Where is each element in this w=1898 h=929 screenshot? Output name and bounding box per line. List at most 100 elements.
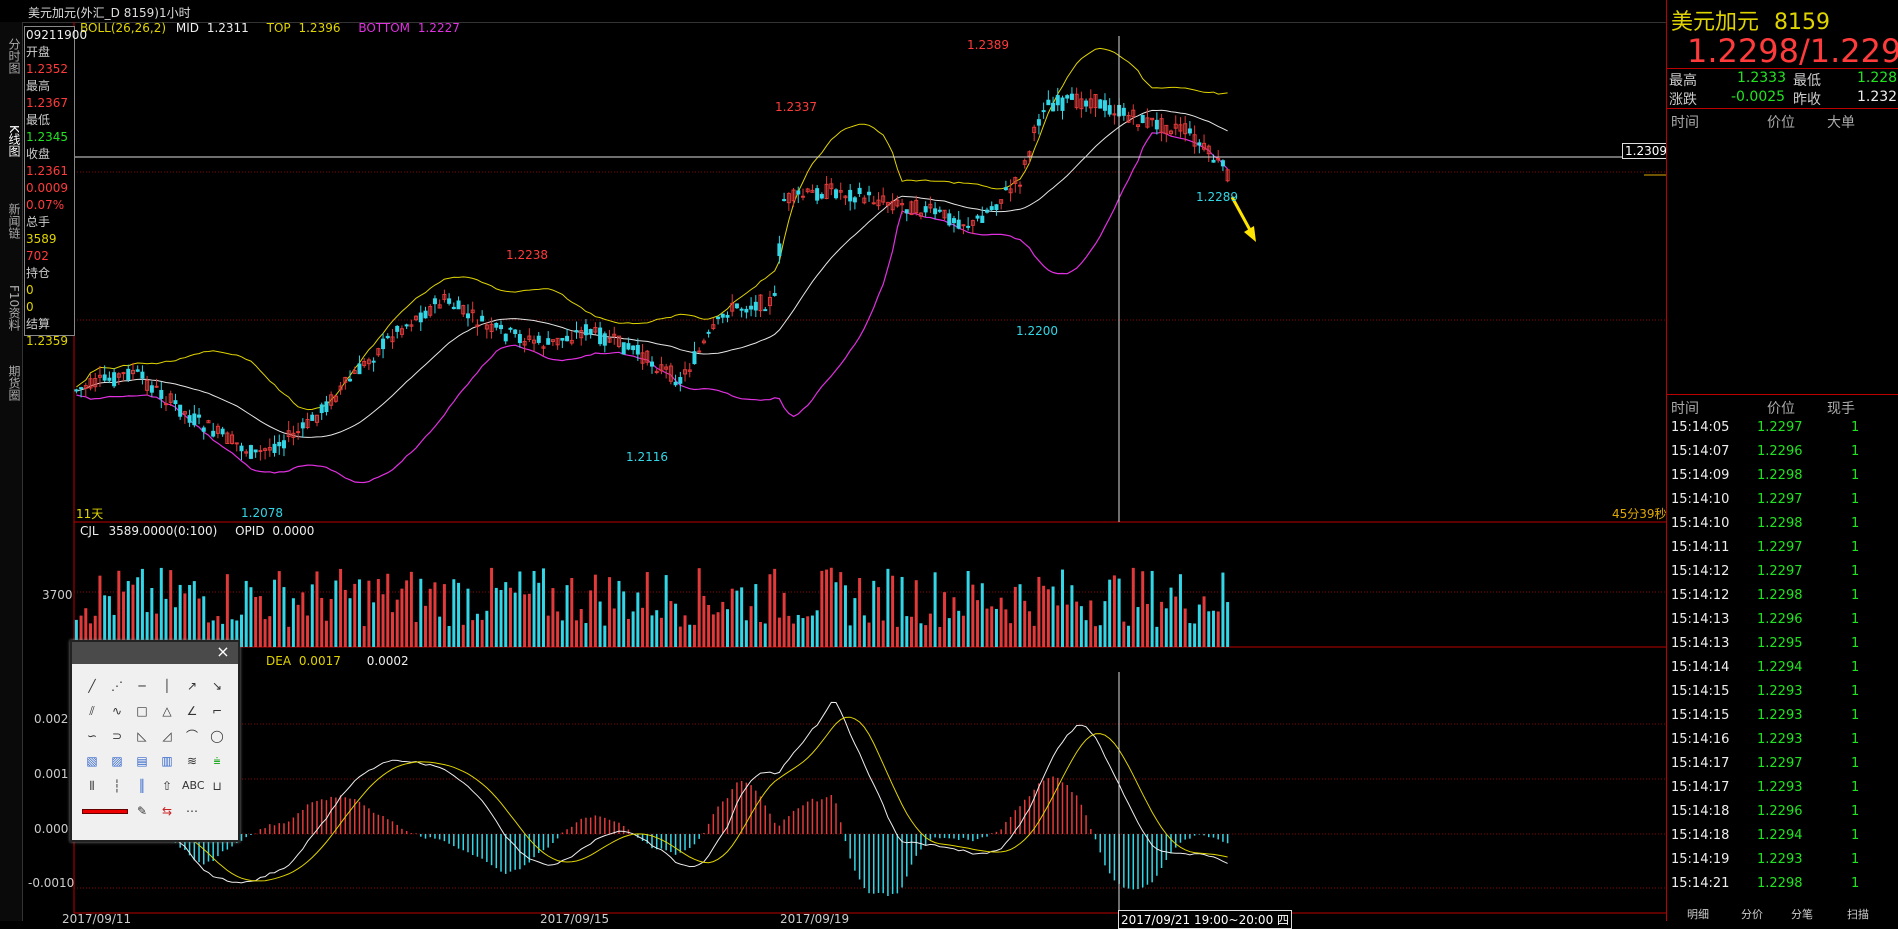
candle-body bbox=[1098, 99, 1103, 109]
volume-bar bbox=[886, 568, 890, 647]
fib-tool-icon[interactable]: ▤ bbox=[132, 751, 152, 771]
volume-bar bbox=[815, 610, 819, 647]
volume-bar bbox=[570, 578, 574, 647]
volume-bar bbox=[122, 591, 126, 647]
regression-tool-icon[interactable]: ▨ bbox=[107, 751, 127, 771]
zigzag-tool-icon[interactable]: ∿ bbox=[107, 701, 127, 721]
tick-size: 1 bbox=[1851, 684, 1860, 699]
volume-bar bbox=[513, 592, 517, 647]
volume-bar bbox=[282, 587, 286, 647]
up-arrow-tool-icon[interactable]: ⇧ bbox=[157, 776, 177, 796]
candle-body bbox=[1211, 159, 1216, 163]
candle-body bbox=[310, 414, 315, 421]
tick-size: 1 bbox=[1851, 708, 1860, 723]
sine-tool-icon[interactable]: ∽ bbox=[82, 726, 102, 746]
big-price-head: 价位 bbox=[1767, 115, 1795, 131]
more-tools-icon[interactable]: ⋯ bbox=[182, 801, 202, 821]
tab-news[interactable]: 新闻链 bbox=[1, 194, 21, 248]
arc-tool-icon[interactable]: ⊃ bbox=[107, 726, 127, 746]
channel-tool-icon[interactable]: ▧ bbox=[82, 751, 102, 771]
drawing-toolbox[interactable]: × ╱ ⋰ ─ │ ↗ ↘ ⫽ ∿ □ △ ∠ ⌐ ∽ ⊃ ◺ ◿ ⌒ ◯ ▧ … bbox=[70, 640, 240, 842]
fan-tool-icon[interactable]: ⌐ bbox=[207, 701, 227, 721]
speed-tool-icon[interactable]: ◿ bbox=[157, 726, 177, 746]
volume-bar bbox=[914, 580, 918, 647]
tick-price: 1.2298 bbox=[1757, 588, 1803, 603]
parallel-tool-icon[interactable]: ⫽ bbox=[82, 701, 102, 721]
volume-bar bbox=[994, 608, 998, 647]
tab-intraday[interactable]: 分时图 bbox=[1, 32, 21, 80]
arrow-up-tool-icon[interactable]: ↗ bbox=[182, 676, 202, 696]
opid-label: OPID bbox=[235, 524, 265, 538]
tab-by-trade[interactable]: 分笔 bbox=[1791, 906, 1813, 922]
gann-tool-icon[interactable]: ◺ bbox=[132, 726, 152, 746]
period-tool-icon[interactable]: ⦀ bbox=[82, 776, 102, 796]
ellipse-tool-icon[interactable]: ◯ bbox=[207, 726, 227, 746]
cycle-tool-icon[interactable]: ║ bbox=[132, 776, 152, 796]
volume-bar bbox=[1174, 596, 1178, 647]
tab-by-price[interactable]: 分价 bbox=[1741, 906, 1763, 922]
trough-label-1: 1.2200 bbox=[1016, 324, 1058, 338]
hline-tool-icon[interactable]: ─ bbox=[132, 676, 152, 696]
toolbox-header[interactable]: × bbox=[72, 642, 238, 664]
circle-arc-tool-icon[interactable]: ⌒ bbox=[182, 726, 202, 746]
line-style-swatch[interactable] bbox=[82, 801, 128, 821]
volume-bar bbox=[659, 617, 663, 647]
candle-body bbox=[588, 329, 593, 335]
candle-body bbox=[904, 209, 909, 214]
vline-tool-icon[interactable]: │ bbox=[157, 676, 177, 696]
triangle-tool-icon[interactable]: △ bbox=[157, 701, 177, 721]
angle-tool-icon[interactable]: ∠ bbox=[182, 701, 202, 721]
arrow-down-tool-icon[interactable]: ↘ bbox=[207, 676, 227, 696]
candle-body bbox=[749, 305, 754, 310]
volume-bar bbox=[971, 584, 975, 647]
volume-bar bbox=[787, 615, 791, 647]
crosshair bbox=[74, 36, 1666, 913]
volume-bar bbox=[1018, 584, 1022, 647]
volume-bar bbox=[1211, 610, 1215, 647]
volume-bar bbox=[669, 601, 673, 647]
tick-size: 1 bbox=[1851, 420, 1860, 435]
tab-futures-circle[interactable]: 期货圈 bbox=[1, 356, 21, 410]
dea-line bbox=[76, 716, 1228, 882]
volume-bar bbox=[225, 574, 229, 647]
rect-tool-icon[interactable]: □ bbox=[132, 701, 152, 721]
tab-kline[interactable]: K线图 bbox=[1, 114, 21, 168]
text-tool[interactable]: ABC bbox=[182, 776, 205, 796]
toolbox-close-button[interactable]: × bbox=[214, 643, 232, 661]
volume-bar bbox=[523, 594, 527, 647]
color-tool-icon[interactable]: ⇆ bbox=[157, 801, 177, 821]
percent-tool-icon[interactable]: ⩧ bbox=[207, 751, 227, 771]
volume-value: 3589.0000(0:100) bbox=[108, 524, 218, 538]
macd-axis-3: 0.000 bbox=[34, 822, 69, 836]
line-tool-icon[interactable]: ╱ bbox=[82, 676, 102, 696]
fib-fan-tool-icon[interactable]: ▥ bbox=[157, 751, 177, 771]
volume-axis-label: 3700 bbox=[42, 588, 73, 602]
eraser-tool-icon[interactable]: ✎ bbox=[132, 801, 152, 821]
candle-body bbox=[277, 441, 282, 447]
volume-bar bbox=[891, 575, 895, 647]
volume-bar bbox=[900, 576, 904, 647]
candle-body bbox=[1069, 93, 1074, 100]
tick-size: 1 bbox=[1851, 612, 1860, 627]
tick-row: 15:14:05 1.2297 1 bbox=[1667, 416, 1898, 440]
candle-body bbox=[961, 224, 966, 227]
volume-bar bbox=[938, 626, 942, 647]
ruler-tool-icon[interactable]: ⊔ bbox=[207, 776, 227, 796]
macd-axis-2: 0.001 bbox=[34, 767, 69, 781]
volume-bar bbox=[348, 598, 352, 647]
info-date: 09211900 bbox=[26, 28, 88, 42]
kline-chart[interactable] bbox=[22, 22, 1666, 921]
volume-bar bbox=[551, 588, 555, 647]
fib-time-tool-icon[interactable]: ┆ bbox=[107, 776, 127, 796]
ray-tool-icon[interactable]: ⋰ bbox=[107, 676, 127, 696]
andrews-tool-icon[interactable]: ≋ bbox=[182, 751, 202, 771]
quote-panel: 美元加元 8159 1.2298/1.2299 最高 1.2333 最低 1.2… bbox=[1666, 0, 1898, 921]
tab-scan[interactable]: 扫描 bbox=[1847, 906, 1869, 922]
tab-detail[interactable]: 明细 bbox=[1687, 906, 1709, 922]
volume-bar bbox=[490, 567, 494, 647]
volume-bar bbox=[339, 568, 343, 647]
tab-f10[interactable]: F10资料 bbox=[1, 268, 21, 348]
candle-body bbox=[107, 377, 112, 381]
volume-bar bbox=[140, 568, 144, 647]
volume-bar bbox=[730, 588, 734, 647]
